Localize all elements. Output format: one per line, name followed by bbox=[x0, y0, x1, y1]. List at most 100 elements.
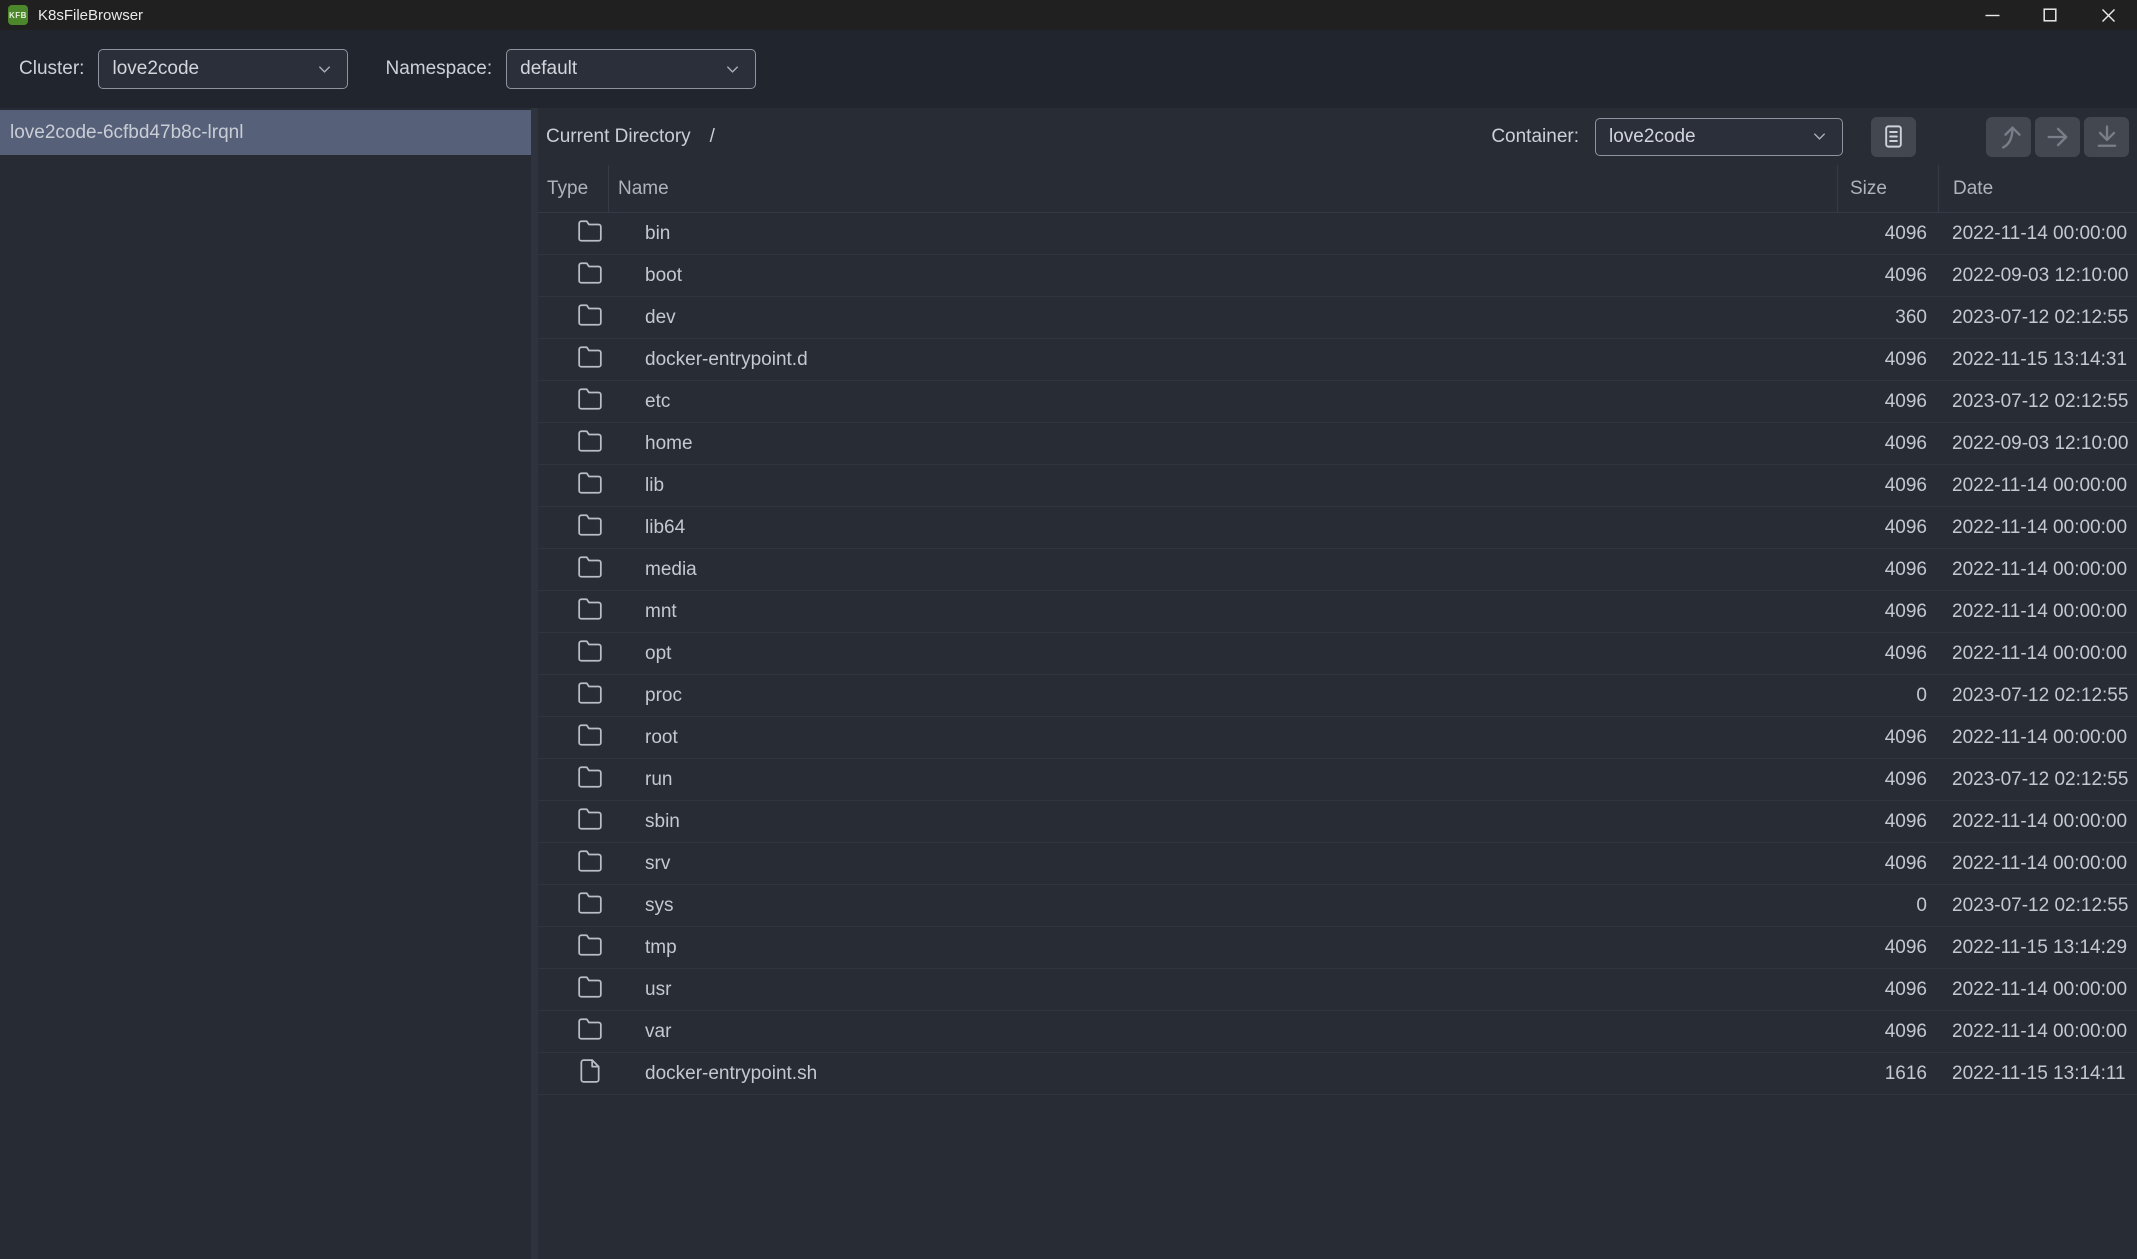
table-row[interactable]: sys 0 2023-07-12 02:12:55 bbox=[538, 885, 2137, 927]
maximize-button[interactable] bbox=[2021, 0, 2079, 30]
row-type-cell bbox=[538, 722, 608, 754]
table-row[interactable]: opt 4096 2022-11-14 00:00:00 bbox=[538, 633, 2137, 675]
row-size: 4096 bbox=[1837, 769, 1938, 791]
table-row[interactable]: sbin 4096 2022-11-14 00:00:00 bbox=[538, 801, 2137, 843]
row-name: sbin bbox=[608, 811, 1837, 833]
row-name: usr bbox=[608, 979, 1837, 1001]
row-date: 2023-07-12 02:12:55 bbox=[1938, 895, 2137, 917]
row-name: boot bbox=[608, 265, 1837, 287]
pod-list-item-selected[interactable]: love2code-6cfbd47b8c-lrqnl bbox=[0, 110, 531, 155]
table-row[interactable]: usr 4096 2022-11-14 00:00:00 bbox=[538, 969, 2137, 1011]
row-name: proc bbox=[608, 685, 1837, 707]
row-type-cell bbox=[538, 974, 608, 1006]
close-button[interactable] bbox=[2079, 0, 2137, 30]
folder-icon bbox=[577, 932, 603, 964]
row-name: opt bbox=[608, 643, 1837, 665]
row-type-cell bbox=[538, 344, 608, 376]
view-log-button[interactable] bbox=[1871, 117, 1916, 157]
row-name: lib64 bbox=[608, 517, 1837, 539]
file-table-header: Type Name Size Date bbox=[538, 165, 2137, 213]
row-type-cell bbox=[538, 260, 608, 292]
container-dropdown[interactable]: love2code bbox=[1595, 118, 1843, 156]
row-size: 4096 bbox=[1837, 559, 1938, 581]
row-size: 4096 bbox=[1837, 643, 1938, 665]
table-row[interactable]: dev 360 2023-07-12 02:12:55 bbox=[538, 297, 2137, 339]
row-name: sys bbox=[608, 895, 1837, 917]
table-row[interactable]: mnt 4096 2022-11-14 00:00:00 bbox=[538, 591, 2137, 633]
download-button[interactable] bbox=[2084, 117, 2129, 157]
folder-icon bbox=[577, 722, 603, 754]
row-date: 2022-11-14 00:00:00 bbox=[1938, 1021, 2137, 1043]
row-name: lib bbox=[608, 475, 1837, 497]
table-row[interactable]: etc 4096 2023-07-12 02:12:55 bbox=[538, 381, 2137, 423]
folder-icon bbox=[577, 512, 603, 544]
table-row[interactable]: docker-entrypoint.sh 1616 2022-11-15 13:… bbox=[538, 1053, 2137, 1095]
cluster-dropdown-value: love2code bbox=[112, 58, 199, 80]
folder-icon bbox=[577, 890, 603, 922]
row-date: 2022-11-14 00:00:00 bbox=[1938, 727, 2137, 749]
table-row[interactable]: home 4096 2022-09-03 12:10:00 bbox=[538, 423, 2137, 465]
row-date: 2022-09-03 12:10:00 bbox=[1938, 433, 2137, 455]
table-row[interactable]: run 4096 2023-07-12 02:12:55 bbox=[538, 759, 2137, 801]
row-type-cell bbox=[538, 1058, 608, 1090]
table-row[interactable]: proc 0 2023-07-12 02:12:55 bbox=[538, 675, 2137, 717]
row-type-cell bbox=[538, 890, 608, 922]
row-name: home bbox=[608, 433, 1837, 455]
folder-icon bbox=[577, 1016, 603, 1048]
row-date: 2022-11-14 00:00:00 bbox=[1938, 517, 2137, 539]
close-icon bbox=[2101, 8, 2116, 23]
download-icon bbox=[2093, 123, 2121, 151]
row-type-cell bbox=[538, 848, 608, 880]
table-row[interactable]: var 4096 2022-11-14 00:00:00 bbox=[538, 1011, 2137, 1053]
row-name: bin bbox=[608, 223, 1837, 245]
row-name: run bbox=[608, 769, 1837, 791]
chevron-down-icon bbox=[723, 60, 742, 79]
row-size: 0 bbox=[1837, 895, 1938, 917]
row-date: 2022-11-14 00:00:00 bbox=[1938, 979, 2137, 1001]
minimize-button[interactable] bbox=[1963, 0, 2021, 30]
folder-icon bbox=[577, 806, 603, 838]
row-type-cell bbox=[538, 680, 608, 712]
row-size: 4096 bbox=[1837, 1021, 1938, 1043]
table-row[interactable]: media 4096 2022-11-14 00:00:00 bbox=[538, 549, 2137, 591]
row-date: 2022-11-14 00:00:00 bbox=[1938, 475, 2137, 497]
table-row[interactable]: root 4096 2022-11-14 00:00:00 bbox=[538, 717, 2137, 759]
row-type-cell bbox=[538, 470, 608, 502]
row-date: 2022-09-03 12:10:00 bbox=[1938, 265, 2137, 287]
table-row[interactable]: srv 4096 2022-11-14 00:00:00 bbox=[538, 843, 2137, 885]
row-size: 4096 bbox=[1837, 937, 1938, 959]
namespace-dropdown[interactable]: default bbox=[506, 49, 756, 89]
row-type-cell bbox=[538, 386, 608, 418]
table-row[interactable]: docker-entrypoint.d 4096 2022-11-15 13:1… bbox=[538, 339, 2137, 381]
row-date: 2022-11-15 13:14:29 bbox=[1938, 937, 2137, 959]
table-row[interactable]: bin 4096 2022-11-14 00:00:00 bbox=[538, 213, 2137, 255]
cluster-dropdown[interactable]: love2code bbox=[98, 49, 348, 89]
row-size: 4096 bbox=[1837, 475, 1938, 497]
folder-icon bbox=[577, 302, 603, 334]
folder-icon bbox=[577, 386, 603, 418]
current-directory-label: Current Directory bbox=[546, 126, 691, 148]
row-size: 4096 bbox=[1837, 349, 1938, 371]
parent-directory-button[interactable] bbox=[1986, 117, 2031, 157]
row-name: dev bbox=[608, 307, 1837, 329]
row-date: 2023-07-12 02:12:55 bbox=[1938, 685, 2137, 707]
container-dropdown-value: love2code bbox=[1609, 126, 1696, 148]
table-row[interactable]: boot 4096 2022-09-03 12:10:00 bbox=[538, 255, 2137, 297]
file-icon bbox=[577, 1058, 603, 1090]
row-size: 0 bbox=[1837, 685, 1938, 707]
row-date: 2022-11-14 00:00:00 bbox=[1938, 559, 2137, 581]
maximize-icon bbox=[2043, 8, 2057, 22]
row-size: 360 bbox=[1837, 307, 1938, 329]
row-name: srv bbox=[608, 853, 1837, 875]
table-row[interactable]: lib 4096 2022-11-14 00:00:00 bbox=[538, 465, 2137, 507]
open-directory-button[interactable] bbox=[2035, 117, 2080, 157]
file-browser-header: Current Directory / Container: love2code bbox=[538, 108, 2137, 165]
row-type-cell bbox=[538, 512, 608, 544]
table-row[interactable]: lib64 4096 2022-11-14 00:00:00 bbox=[538, 507, 2137, 549]
table-row[interactable]: tmp 4096 2022-11-15 13:14:29 bbox=[538, 927, 2137, 969]
row-size: 1616 bbox=[1837, 1063, 1938, 1085]
folder-icon bbox=[577, 974, 603, 1006]
row-type-cell bbox=[538, 806, 608, 838]
row-type-cell bbox=[538, 302, 608, 334]
folder-icon bbox=[577, 638, 603, 670]
